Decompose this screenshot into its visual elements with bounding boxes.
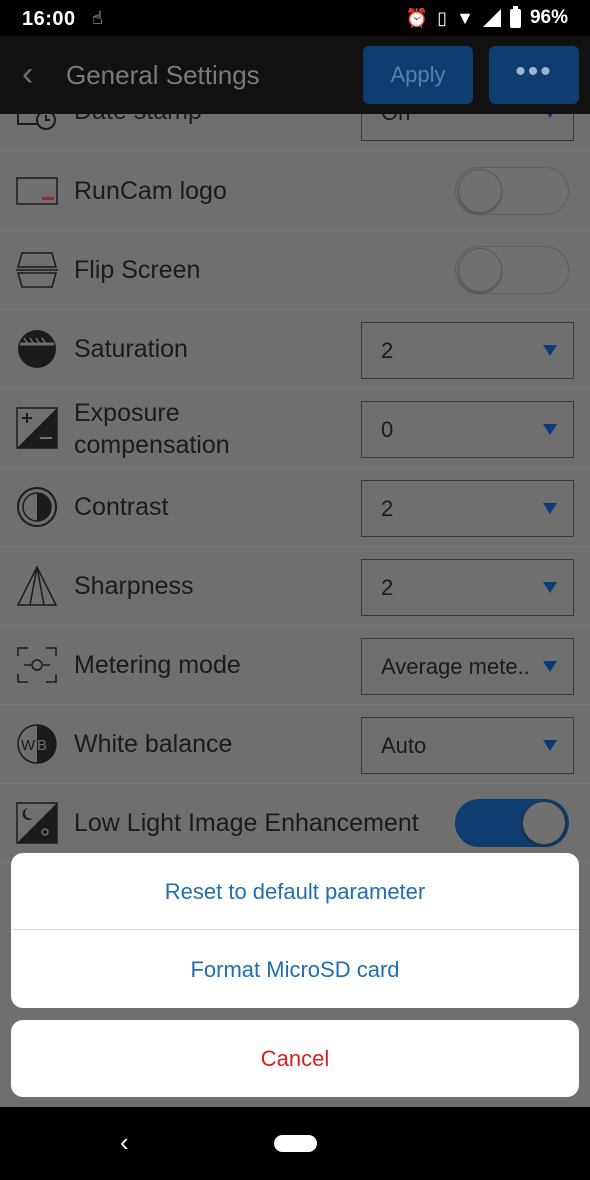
select-value: 2 xyxy=(381,575,394,600)
setting-label-line1: Exposure xyxy=(74,399,180,427)
status-time: 16:00 xyxy=(22,8,76,30)
toggle-knob xyxy=(522,801,566,845)
saturation-icon xyxy=(16,328,58,370)
app-bar: ‹ General Settings Apply ••• xyxy=(0,36,590,114)
status-bar: 16:00 ☝ ⏰ ▯ ▼ 96% xyxy=(0,0,590,36)
sharpness-select[interactable]: 2 xyxy=(361,559,574,616)
dropdown-arrow-icon xyxy=(543,345,557,356)
setting-label: RunCam logo xyxy=(74,177,227,205)
select-value: 0 xyxy=(381,417,394,442)
apply-button[interactable]: Apply xyxy=(363,46,473,104)
status-icons: ⏰ ▯ ▼ 96% xyxy=(405,5,568,29)
dropdown-arrow-icon xyxy=(543,582,557,593)
dropdown-arrow-icon xyxy=(543,740,557,751)
setting-row-saturation[interactable]: Saturation 2 xyxy=(0,310,590,389)
select-value: Auto xyxy=(381,733,427,758)
low-light-toggle[interactable] xyxy=(455,799,569,847)
cancel-button[interactable]: Cancel xyxy=(11,1020,579,1097)
exposure-compensation-select[interactable]: 0 xyxy=(361,401,574,458)
date-stamp-select[interactable]: On xyxy=(361,114,574,141)
reset-default-button[interactable]: Reset to default parameter xyxy=(11,853,579,930)
setting-label: Exposure compensation xyxy=(74,397,230,461)
flip-screen-icon xyxy=(16,249,58,291)
svg-text:B: B xyxy=(37,737,47,754)
saturation-select[interactable]: 2 xyxy=(361,322,574,379)
runcam-logo-toggle[interactable] xyxy=(455,167,569,215)
setting-label: Saturation xyxy=(74,335,188,363)
battery-percent: 96% xyxy=(529,7,568,28)
metering-mode-select[interactable]: Average mete.. xyxy=(361,638,574,695)
more-options-button[interactable]: ••• xyxy=(489,46,579,104)
back-icon[interactable]: ‹ xyxy=(22,56,46,92)
sharpness-icon xyxy=(16,565,58,607)
touch-icon: ☝ xyxy=(92,8,103,28)
svg-text:W: W xyxy=(21,737,36,754)
vibrate-icon: ▯ xyxy=(437,7,448,28)
setting-row-flip-screen[interactable]: Flip Screen xyxy=(0,231,590,310)
metering-icon xyxy=(16,644,58,686)
low-light-icon xyxy=(16,802,58,844)
nav-back-icon[interactable]: ‹ xyxy=(120,1127,129,1158)
signal-icon xyxy=(482,9,501,27)
action-sheet: Reset to default parameter Format MicroS… xyxy=(11,853,579,1008)
setting-label: White balance xyxy=(74,730,233,758)
setting-label-line2: compensation xyxy=(74,431,230,459)
setting-row-sharpness[interactable]: Sharpness 2 xyxy=(0,547,590,626)
format-microsd-button[interactable]: Format MicroSD card xyxy=(11,931,579,1008)
setting-row-white-balance[interactable]: WB White balance Auto xyxy=(0,705,590,784)
select-value: Average mete.. xyxy=(381,654,530,679)
dropdown-arrow-icon xyxy=(543,661,557,672)
exposure-icon xyxy=(16,407,58,449)
wifi-icon: ▼ xyxy=(456,7,474,28)
setting-row-contrast[interactable]: Contrast 2 xyxy=(0,468,590,547)
select-value: On xyxy=(381,114,410,125)
toggle-knob xyxy=(458,169,502,213)
setting-row-metering-mode[interactable]: Metering mode Average mete.. xyxy=(0,626,590,705)
dropdown-arrow-icon xyxy=(543,424,557,435)
home-pill-icon[interactable] xyxy=(274,1135,317,1152)
select-value: 2 xyxy=(381,496,394,521)
setting-row-low-light[interactable]: Low Light Image Enhancement xyxy=(0,784,590,863)
toggle-knob xyxy=(458,248,502,292)
setting-label: Sharpness xyxy=(74,572,194,600)
setting-label: Metering mode xyxy=(74,651,241,679)
dropdown-arrow-icon xyxy=(543,114,557,118)
system-nav-bar: ‹ xyxy=(0,1107,590,1180)
alarm-icon: ⏰ xyxy=(405,7,429,28)
setting-label: Flip Screen xyxy=(74,256,201,284)
setting-label: Low Light Image Enhancement xyxy=(74,809,419,837)
date-stamp-icon xyxy=(16,114,58,132)
page-title: General Settings xyxy=(66,60,260,90)
contrast-select[interactable]: 2 xyxy=(361,480,574,537)
battery-icon xyxy=(509,5,521,28)
dropdown-arrow-icon xyxy=(543,503,557,514)
select-value: 2 xyxy=(381,338,394,363)
logo-icon xyxy=(16,170,58,212)
white-balance-icon: WB xyxy=(16,723,58,765)
setting-row-date-stamp[interactable]: Date stamp On xyxy=(0,114,590,151)
contrast-icon xyxy=(16,486,58,528)
setting-row-runcam-logo[interactable]: RunCam logo xyxy=(0,152,590,231)
white-balance-select[interactable]: Auto xyxy=(361,717,574,774)
setting-row-exposure-compensation[interactable]: Exposure compensation 0 xyxy=(0,389,590,468)
setting-label: Date stamp xyxy=(74,114,202,127)
setting-label: Contrast xyxy=(74,493,169,521)
flip-screen-toggle[interactable] xyxy=(455,246,569,294)
